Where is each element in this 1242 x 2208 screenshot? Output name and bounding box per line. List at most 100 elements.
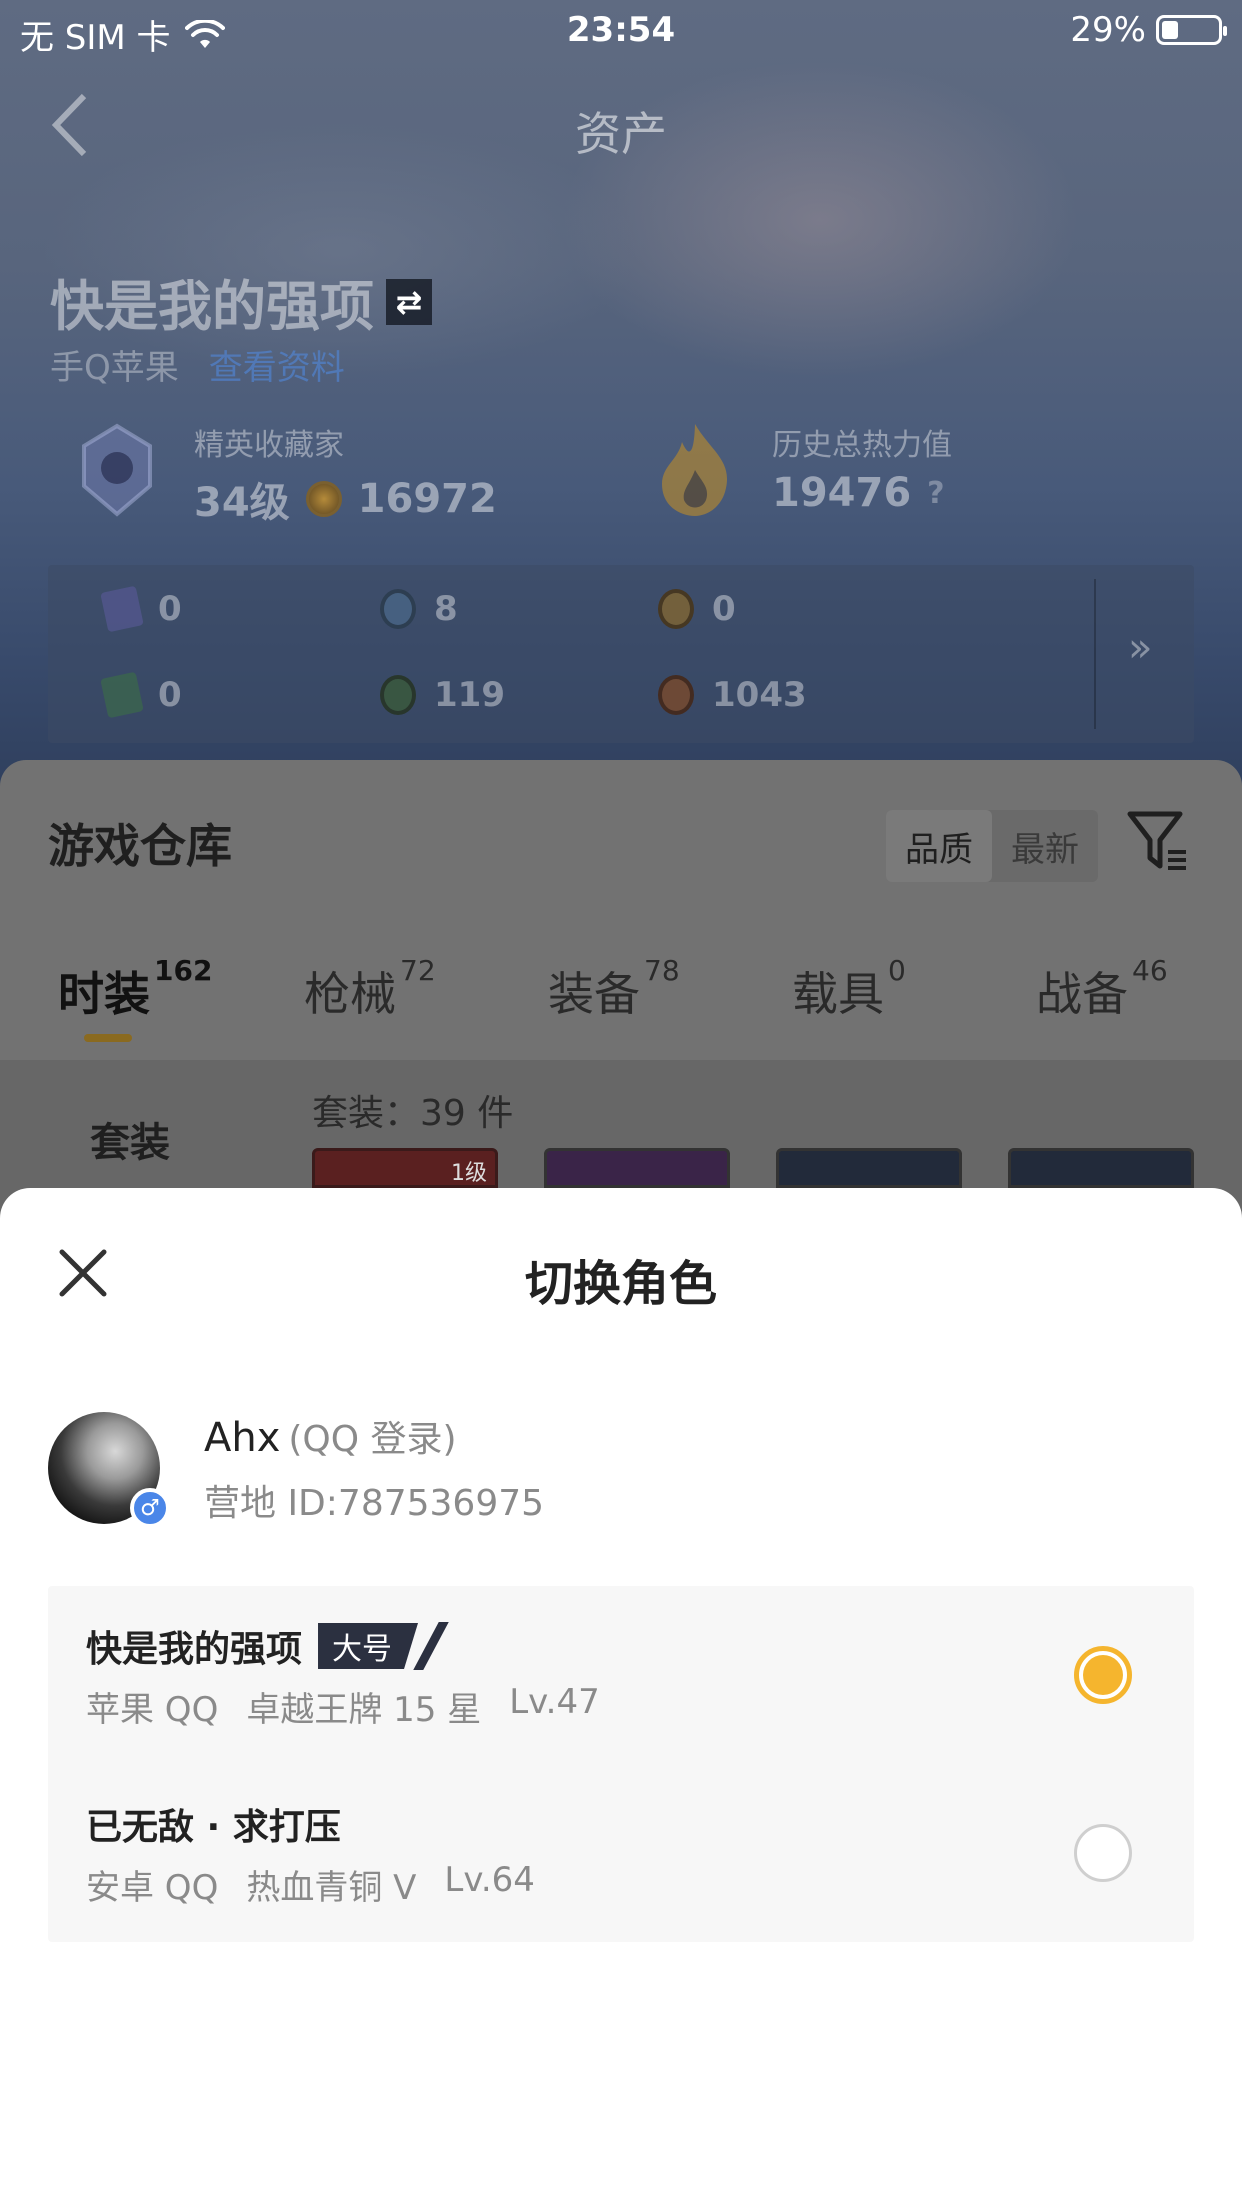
item-thumbnail[interactable]: 1级 (312, 1148, 498, 1188)
radio-dot (1083, 1655, 1123, 1695)
resource-item: 0 (658, 589, 736, 629)
battery-icon (1156, 15, 1227, 45)
nav-bar: 资产 (0, 80, 1242, 170)
collector-label: 精英收藏家 (194, 428, 344, 463)
role-detail: 苹果 QQ 卓越王牌 15 星 Lv.47 (86, 1682, 600, 1731)
role-list: 快是我的强项 大号 苹果 QQ 卓越王牌 15 星 Lv.47 已无敌 · 求打… (48, 1586, 1194, 1942)
item-thumbnail[interactable] (776, 1148, 962, 1188)
switch-role-icon[interactable]: ⇄ (386, 278, 432, 325)
tab-count: 46 (1132, 954, 1168, 987)
role-item[interactable]: 已无敌 · 求打压 安卓 QQ 热血青铜 V Lv.64 (48, 1764, 1194, 1942)
token-icon (380, 589, 416, 629)
warehouse-title: 游戏仓库 (48, 819, 232, 873)
resource-value: 0 (712, 589, 736, 629)
resource-value: 1043 (712, 675, 807, 715)
card-icon (100, 585, 144, 633)
help-icon[interactable]: ? (927, 476, 944, 511)
sheet-title: 切换角色 (524, 1256, 717, 1312)
male-gender-icon: ♂ (130, 1488, 170, 1528)
battery-fill (1162, 21, 1178, 39)
resource-item: 1043 (658, 675, 807, 715)
resource-item: 119 (380, 675, 505, 715)
bronze-coin-icon (658, 675, 694, 715)
role-name: 快是我的强项 (86, 1629, 303, 1670)
resources-panel[interactable]: 0 8 0 0 119 1043 » (48, 565, 1194, 743)
divider (1094, 579, 1096, 729)
collector-stat: 精英收藏家 34级 16972 (72, 410, 572, 530)
page-title: 资产 (575, 107, 667, 161)
tab-label: 枪械 (304, 967, 396, 1021)
tab-count: 162 (154, 954, 213, 987)
battery-percent: 29% (1070, 10, 1146, 50)
login-type: (QQ 登录) (288, 1419, 457, 1460)
tab-count: 0 (888, 954, 906, 987)
tab-supplies[interactable]: 战备 46 (1036, 954, 1168, 1024)
heat-value: 19476 (772, 470, 912, 516)
medal-icon (658, 589, 694, 629)
sort-toggle: 品质 最新 (886, 810, 1098, 882)
warehouse-tabs: 时装 162 枪械 72 装备 78 载具 0 战备 46 (0, 940, 1242, 1060)
role-name-row: 快是我的强项 大号 (86, 1620, 449, 1672)
platform-label: 手Q苹果 (50, 348, 179, 388)
tab-equipment[interactable]: 装备 78 (548, 954, 680, 1024)
resource-value: 0 (158, 675, 182, 715)
active-tab-indicator (84, 1034, 132, 1042)
platform-row: 手Q苹果 查看资料 (50, 340, 345, 389)
tab-label: 载具 (792, 967, 884, 1021)
role-level: Lv.47 (509, 1682, 600, 1722)
tab-count: 72 (400, 954, 436, 987)
resource-item: 0 (100, 671, 182, 719)
role-level: Lv.64 (444, 1860, 535, 1900)
switch-role-sheet: 切换角色 ♂ Ahx (QQ 登录) 营地 ID:787536975 快是我的强项… (0, 1188, 1242, 2208)
role-radio-unselected[interactable] (1074, 1824, 1132, 1882)
item-thumbnail[interactable] (1008, 1148, 1194, 1188)
green-card-icon (100, 671, 144, 719)
status-bar: 无 SIM 卡 23:54 29% (0, 0, 1242, 62)
role-radio-selected[interactable] (1074, 1646, 1132, 1704)
sidebar-item-suits[interactable]: 套装 (90, 1110, 170, 1168)
tab-label: 战备 (1036, 967, 1128, 1021)
role-rank: 热血青铜 V (246, 1868, 417, 1908)
collector-level: 34级 (194, 480, 290, 526)
view-profile-link[interactable]: 查看资料 (209, 340, 345, 389)
collector-value: 34级 16972 (194, 470, 497, 528)
sort-quality-button[interactable]: 品质 (886, 810, 992, 882)
role-platform: 安卓 QQ (86, 1868, 219, 1908)
tab-guns[interactable]: 枪械 72 (304, 954, 436, 1024)
main-account-tag: 大号 (318, 1623, 419, 1669)
heat-label: 历史总热力值 (772, 428, 952, 463)
role-detail: 安卓 QQ 热血青铜 V Lv.64 (86, 1860, 535, 1909)
clock: 23:54 (566, 10, 676, 50)
camp-id: 营地 ID:787536975 (204, 1483, 545, 1524)
tab-fashion[interactable]: 时装 162 (58, 954, 212, 1024)
role-platform: 苹果 QQ (86, 1690, 219, 1730)
role-item[interactable]: 快是我的强项 大号 苹果 QQ 卓越王牌 15 星 Lv.47 (48, 1586, 1194, 1764)
role-rank: 卓越王牌 15 星 (246, 1690, 482, 1730)
resource-value: 119 (434, 675, 505, 715)
collector-badge-icon (82, 423, 152, 517)
role-name-row: 已无敌 · 求打压 (86, 1798, 341, 1850)
user-name: Ahx (204, 1415, 281, 1461)
tab-vehicles[interactable]: 载具 0 (792, 954, 906, 1024)
tab-label: 时装 (58, 967, 150, 1021)
status-right: 29% (1070, 10, 1227, 50)
tab-count: 78 (644, 954, 680, 987)
resource-value: 8 (434, 589, 458, 629)
player-name: 快是我的强项 ⇄ (50, 262, 432, 341)
level-badge: 1级 (451, 1161, 487, 1186)
item-thumbnail[interactable] (544, 1148, 730, 1188)
heat-value-row: 19476 ? (772, 470, 945, 516)
resource-value: 0 (158, 589, 182, 629)
resource-item: 8 (380, 589, 458, 629)
coin-icon (305, 481, 342, 517)
more-arrow-icon[interactable]: » (1128, 625, 1152, 671)
filter-icon[interactable] (1126, 808, 1190, 874)
tag-slash-decoration (413, 1622, 449, 1670)
resource-item: 0 (100, 585, 182, 633)
sort-newest-button[interactable]: 最新 (992, 810, 1098, 882)
user-name-row: Ahx (QQ 登录) (204, 1410, 457, 1462)
role-name: 已无敌 · 求打压 (86, 1807, 341, 1848)
tab-label: 装备 (548, 967, 640, 1021)
player-name-text: 快是我的强项 (50, 275, 374, 338)
orb-icon (380, 675, 416, 715)
